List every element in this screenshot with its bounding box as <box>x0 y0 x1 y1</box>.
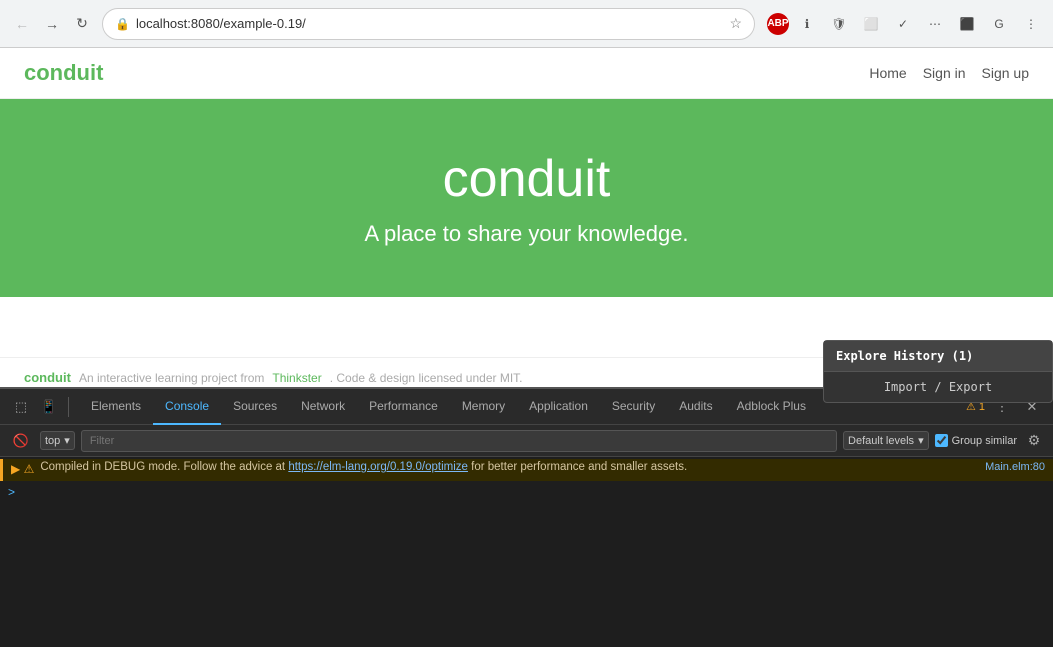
site-logo: conduit <box>24 60 103 86</box>
explore-history-popup: Explore History (1) Import / Export <box>823 340 1053 403</box>
console-filter-input[interactable] <box>81 430 837 452</box>
tab-application[interactable]: Application <box>517 389 600 425</box>
tab-audits[interactable]: Audits <box>667 389 724 425</box>
group-similar-label[interactable]: Group similar <box>935 434 1017 447</box>
refresh-button[interactable]: ↻ <box>68 10 96 38</box>
console-prompt-arrow: > <box>8 485 15 499</box>
nav-signin-link[interactable]: Sign in <box>923 65 966 81</box>
back-button[interactable]: ← <box>8 10 36 38</box>
tab-memory[interactable]: Memory <box>450 389 517 425</box>
hero-subtitle: A place to share your knowledge. <box>20 221 1033 247</box>
console-content: ▶ ⚠ Compiled in DEBUG mode. Follow the a… <box>0 457 1053 647</box>
footer-logo: conduit <box>24 370 71 385</box>
address-bar-input[interactable] <box>136 16 723 31</box>
google-icon[interactable]: G <box>985 10 1013 38</box>
chevron-down-icon-levels: ▾ <box>918 434 924 447</box>
console-levels-select[interactable]: Default levels ▾ <box>843 431 929 450</box>
site-navbar: conduit Home Sign in Sign up <box>0 48 1053 99</box>
devtools-inspect-btn[interactable]: ⬚ <box>8 394 34 420</box>
browser-chrome: ← → ↻ 🔒 ☆ ABP ℹ 🛡 ⬜ ✓ ⋯ ⬛ G ⋮ <box>0 0 1053 48</box>
thinkster-link[interactable]: Thinkster <box>272 371 321 385</box>
optimize-link[interactable]: https://elm-lang.org/0.19.0/optimize <box>288 461 468 473</box>
console-prompt-row: > <box>0 481 1053 503</box>
extension2-icon[interactable]: ⬛ <box>953 10 981 38</box>
browser-toolbar-icons: ABP ℹ 🛡 ⬜ ✓ ⋯ ⬛ G ⋮ <box>767 10 1045 38</box>
star-icon[interactable]: ☆ <box>729 15 742 32</box>
abp-icon[interactable]: ABP <box>767 13 789 35</box>
console-settings-btn[interactable]: ⚙ <box>1023 430 1045 452</box>
address-bar-container: 🔒 ☆ <box>102 8 755 40</box>
nav-signup-link[interactable]: Sign up <box>982 65 1029 81</box>
group-similar-checkbox[interactable] <box>935 434 948 447</box>
tab-network[interactable]: Network <box>289 389 357 425</box>
tab-performance[interactable]: Performance <box>357 389 450 425</box>
hero-banner: conduit A place to share your knowledge. <box>0 99 1053 297</box>
shield-icon[interactable]: 🛡 <box>825 10 853 38</box>
chevron-down-icon: ▾ <box>64 434 70 447</box>
console-warning-text: Compiled in DEBUG mode. Follow the advic… <box>40 461 979 473</box>
dots-icon[interactable]: ⋯ <box>921 10 949 38</box>
info-icon[interactable]: ℹ <box>793 10 821 38</box>
console-levels-label: Default levels <box>848 435 914 447</box>
console-warning-row: ▶ ⚠ Compiled in DEBUG mode. Follow the a… <box>0 459 1053 481</box>
warning-icon: ▶ ⚠ <box>11 462 34 476</box>
footer-description: An interactive learning project from <box>79 371 264 385</box>
site-nav-links: Home Sign in Sign up <box>869 65 1029 81</box>
explore-history-import[interactable]: Import / Export <box>824 372 1052 402</box>
console-context-select[interactable]: top ▾ <box>40 431 75 450</box>
check-icon[interactable]: ✓ <box>889 10 917 38</box>
hero-title: conduit <box>20 149 1033 209</box>
extension-icon[interactable]: ⬜ <box>857 10 885 38</box>
group-similar-text: Group similar <box>952 435 1017 447</box>
console-context-label: top <box>45 435 60 447</box>
tab-security[interactable]: Security <box>600 389 667 425</box>
nav-buttons: ← → ↻ <box>8 10 96 38</box>
console-warning-location[interactable]: Main.elm:80 <box>985 461 1045 473</box>
lock-icon: 🔒 <box>115 17 130 31</box>
console-clear-btn[interactable]: 🚫 <box>8 428 34 454</box>
devtools-panel: ⬚ 📱 Elements Console Sources Network Per… <box>0 387 1053 647</box>
tab-elements[interactable]: Elements <box>79 389 153 425</box>
tab-adblock-plus[interactable]: Adblock Plus <box>725 389 818 425</box>
footer-license: . Code & design licensed under MIT. <box>330 371 523 385</box>
explore-history-title: Explore History (1) <box>824 341 1052 371</box>
devtools-device-btn[interactable]: 📱 <box>36 394 62 420</box>
forward-button[interactable]: → <box>38 10 66 38</box>
console-input[interactable] <box>21 485 1045 499</box>
tab-sources[interactable]: Sources <box>221 389 289 425</box>
devtools-divider <box>68 397 69 417</box>
tab-console[interactable]: Console <box>153 389 221 425</box>
nav-home-link[interactable]: Home <box>869 65 906 81</box>
console-toolbar: 🚫 top ▾ Default levels ▾ Group similar ⚙ <box>0 425 1053 457</box>
menu-icon[interactable]: ⋮ <box>1017 10 1045 38</box>
